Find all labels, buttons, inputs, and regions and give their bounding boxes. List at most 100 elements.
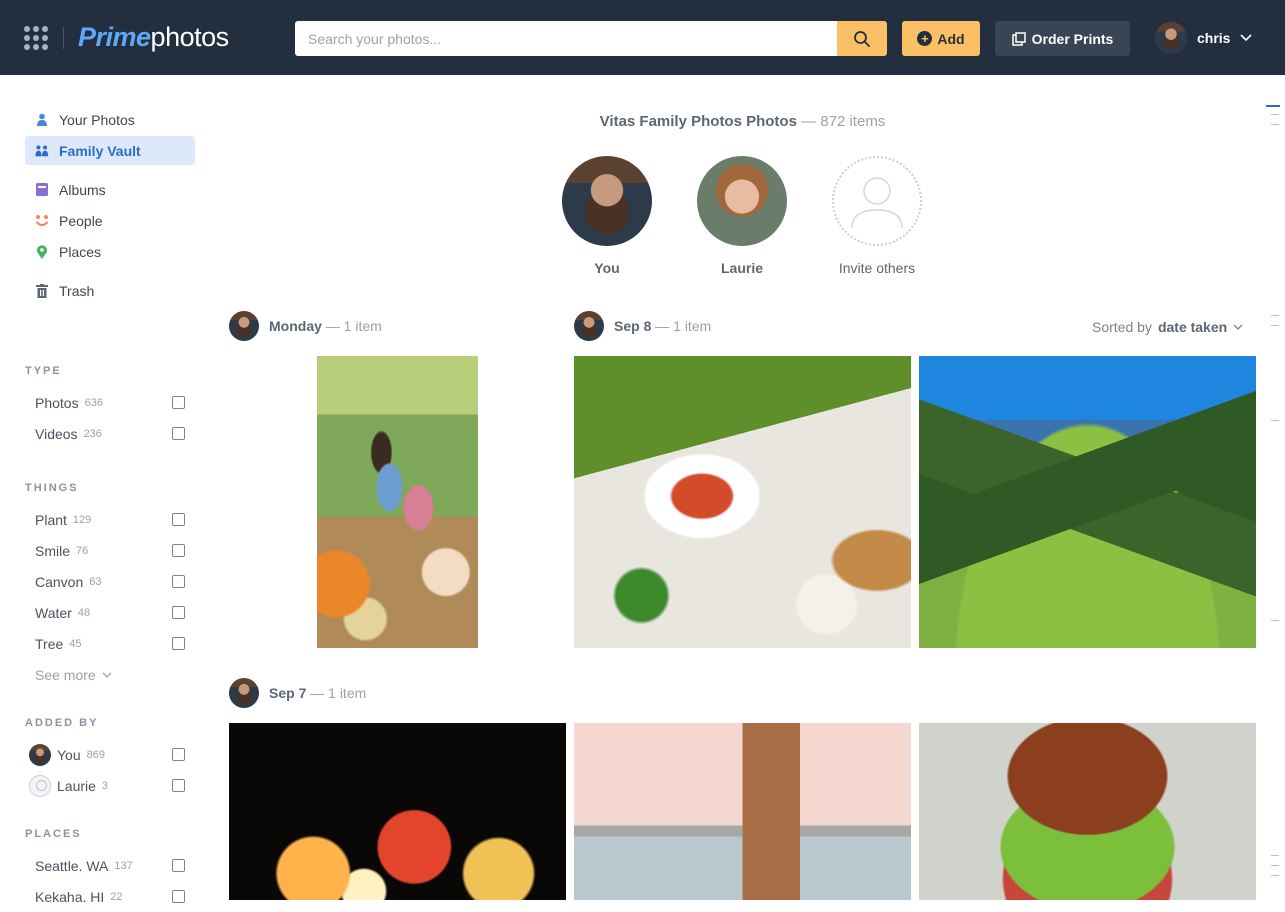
photo-thumbnail[interactable] [919, 723, 1256, 900]
add-button[interactable]: + Add [902, 21, 980, 56]
group-count: — 1 item [310, 685, 367, 701]
filter-title-type: TYPE [25, 365, 62, 377]
nav-family-vault[interactable]: Family Vault [25, 136, 195, 165]
filter-water[interactable]: Water 48 [25, 597, 195, 628]
filter-videos[interactable]: Videos 236 [25, 418, 195, 449]
photo-thumbnail[interactable] [919, 356, 1256, 648]
timeline-tick [1271, 114, 1279, 115]
filter-added-you[interactable]: You 869 [25, 739, 195, 770]
nav-albums[interactable]: Albums [25, 175, 195, 204]
logo-photos-text: photos [150, 22, 230, 52]
filter-label: Canvon [35, 573, 84, 590]
filter-checkbox[interactable] [172, 544, 185, 557]
photo-thumbnail[interactable] [574, 723, 911, 900]
nav-gap [25, 268, 195, 276]
invite-others-button[interactable]: Invite others [822, 156, 932, 276]
nav-trash[interactable]: Trash [25, 276, 195, 305]
filter-checkbox[interactable] [172, 779, 185, 792]
nav-label: Your Photos [59, 111, 135, 128]
filter-count: 129 [72, 513, 92, 526]
see-more-link[interactable]: See more [25, 659, 195, 690]
filter-title-things: THINGS [25, 482, 79, 494]
timeline-scrollbar[interactable] [1263, 100, 1281, 890]
pin-icon [35, 244, 49, 259]
nav-your-photos[interactable]: Your Photos [25, 105, 195, 134]
app-grid-icon[interactable] [24, 26, 50, 50]
logo-divider [63, 27, 64, 49]
vault-name: Vitas Family Photos Photos [599, 113, 797, 130]
timeline-tick [1271, 315, 1279, 316]
filter-count: 76 [76, 544, 89, 557]
timeline-tick [1271, 420, 1279, 421]
vault-count: — 872 items [801, 113, 886, 130]
person-icon [35, 113, 49, 127]
filter-label: Water [35, 604, 72, 621]
user-menu[interactable]: chris [1155, 22, 1253, 54]
timeline-tick [1271, 620, 1279, 621]
photo-thumbnail[interactable] [574, 356, 911, 648]
filter-photos[interactable]: Photos 636 [25, 387, 195, 418]
photo-thumbnail[interactable] [229, 723, 566, 900]
filter-added-laurie[interactable]: Laurie 3 [25, 770, 195, 801]
filter-place-kekaha[interactable]: Kekaha. HI 22 [25, 881, 195, 912]
filter-checkbox[interactable] [172, 575, 185, 588]
avatar [697, 156, 787, 246]
filter-count: 869 [86, 748, 105, 761]
filter-checkbox[interactable] [172, 606, 185, 619]
add-button-label: Add [937, 30, 965, 47]
group-header-sep8: Sep 8 — 1 item [574, 311, 711, 341]
group-date: Sep 7 [269, 685, 307, 701]
filter-canvon[interactable]: Canvon 63 [25, 566, 195, 597]
sort-prefix: Sorted by [1092, 319, 1152, 335]
nav-label: Albums [59, 181, 106, 198]
chevron-down-icon [1240, 34, 1253, 42]
family-icon [35, 144, 49, 158]
member-you[interactable]: You [552, 156, 662, 276]
filter-checkbox[interactable] [172, 396, 185, 409]
group-date: Sep 8 [614, 318, 652, 334]
filter-checkbox[interactable] [172, 637, 185, 650]
filter-label: Seattle. WA [35, 857, 109, 874]
prime-photos-logo[interactable]: Primephotos [78, 20, 229, 54]
search-input[interactable] [295, 21, 837, 56]
timeline-tick [1271, 875, 1279, 876]
filter-label: Smile [35, 542, 71, 559]
nav-places[interactable]: Places [25, 237, 195, 266]
timeline-tick [1271, 325, 1279, 326]
member-label: You [594, 260, 620, 276]
nav-label: Trash [59, 282, 95, 299]
filter-checkbox[interactable] [172, 427, 185, 440]
avatar [229, 678, 259, 708]
see-more-label: See more [35, 666, 96, 683]
filter-label: Tree [35, 635, 64, 652]
avatar [574, 311, 604, 341]
order-prints-label: Order Prints [1031, 30, 1114, 47]
filter-checkbox[interactable] [172, 890, 185, 903]
sort-value: date taken [1157, 319, 1228, 335]
filter-label: Laurie [57, 777, 96, 794]
trash-icon [35, 283, 49, 298]
filter-tree[interactable]: Tree 45 [25, 628, 195, 659]
plus-icon: + [917, 31, 933, 46]
avatar-placeholder-icon [29, 774, 51, 797]
chevron-down-icon [102, 672, 112, 678]
filter-count: 236 [83, 427, 102, 440]
filter-checkbox[interactable] [172, 859, 185, 872]
nav-people[interactable]: People [25, 206, 195, 235]
member-laurie[interactable]: Laurie [687, 156, 797, 276]
filter-place-seattle[interactable]: Seattle. WA 137 [25, 850, 195, 881]
filter-checkbox[interactable] [172, 748, 185, 761]
filter-smile[interactable]: Smile 76 [25, 535, 195, 566]
filter-plant[interactable]: Plant 129 [25, 504, 195, 535]
nav-label: Places [59, 243, 102, 260]
search-button[interactable] [837, 21, 887, 56]
order-prints-button[interactable]: Order Prints [995, 21, 1130, 56]
filter-checkbox[interactable] [172, 513, 185, 526]
invite-person-icon [832, 156, 922, 246]
filter-label: Photos [35, 394, 79, 411]
chevron-down-icon [1233, 324, 1243, 330]
photo-thumbnail[interactable] [317, 356, 478, 648]
member-label: Laurie [720, 260, 763, 276]
group-header-monday: Monday — 1 item [229, 311, 382, 341]
sort-dropdown[interactable]: Sorted by date taken [1092, 319, 1243, 335]
